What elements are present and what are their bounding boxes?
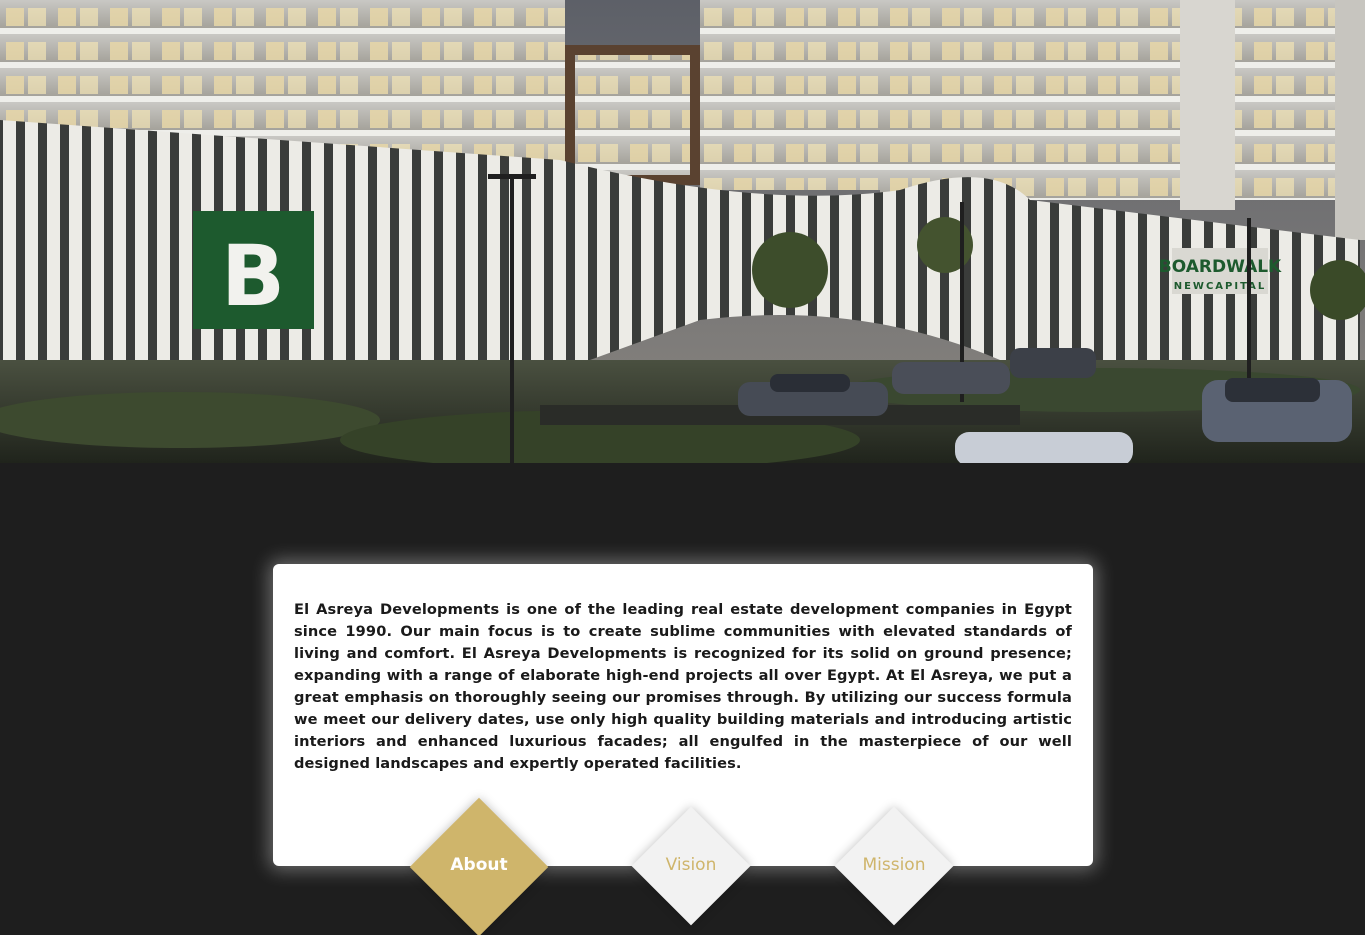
hero-logo-letter: B bbox=[221, 227, 285, 325]
hero-illustration: B BOARDWALK NEWCAPITAL bbox=[0, 0, 1365, 463]
tab-mission[interactable]: Mission bbox=[834, 806, 954, 926]
hero-sign-subtext: NEWCAPITAL bbox=[1174, 281, 1267, 292]
page: B BOARDWALK NEWCAPITAL El Asreya Develop… bbox=[0, 0, 1365, 935]
tab-vision[interactable]: Vision bbox=[631, 806, 751, 926]
tab-vision-label: Vision bbox=[665, 855, 717, 875]
tab-about-label: About bbox=[450, 855, 508, 875]
tab-about[interactable]: About bbox=[409, 797, 549, 935]
tab-mission-label: Mission bbox=[862, 855, 926, 875]
hero-sign-text: BOARDWALK bbox=[1159, 257, 1282, 277]
about-description: El Asreya Developments is one of the lea… bbox=[294, 601, 1072, 772]
hero-image: B BOARDWALK NEWCAPITAL bbox=[0, 0, 1365, 463]
